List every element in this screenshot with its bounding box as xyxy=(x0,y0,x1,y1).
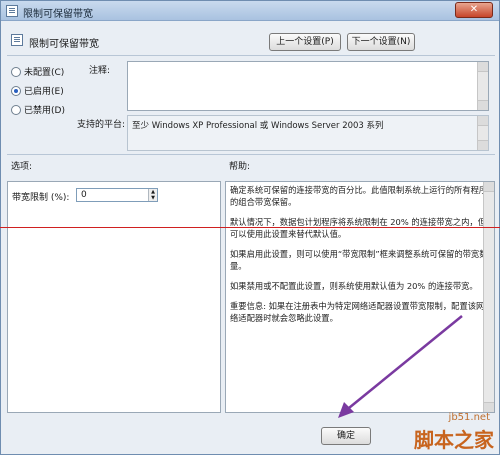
arrow-shaft xyxy=(343,315,463,413)
annotation-arrow xyxy=(338,315,463,418)
watermark-site: jb51.net xyxy=(448,412,490,423)
watermark-brand: 脚本之家 xyxy=(414,428,494,452)
